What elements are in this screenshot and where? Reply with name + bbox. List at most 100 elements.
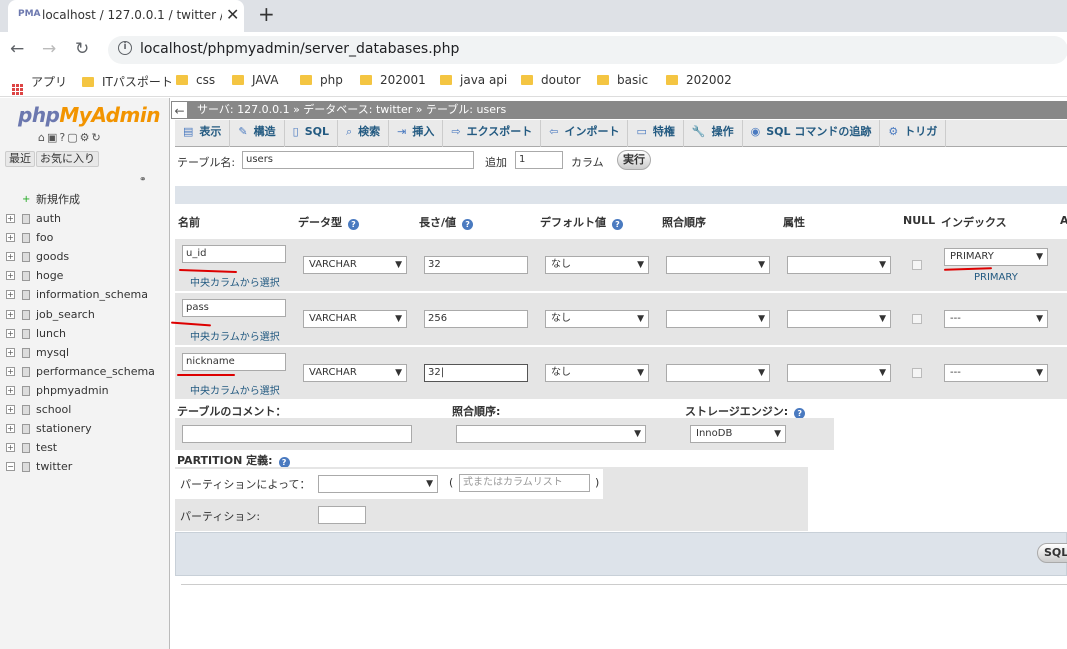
tab-tracking[interactable]: ◉ SQL コマンドの追跡 (743, 120, 881, 147)
help-icon[interactable]: ? (612, 219, 623, 230)
tab-insert[interactable]: ⇥ 挿入 (389, 120, 444, 147)
back-icon[interactable]: ← (10, 39, 24, 59)
bookmark-item[interactable]: 202001 (360, 73, 426, 87)
type-select[interactable]: VARCHAR (303, 364, 407, 382)
new-database-item[interactable]: + 新規作成 (4, 190, 170, 209)
length-input[interactable]: 32 (424, 256, 528, 274)
table-name-input[interactable]: users (242, 151, 474, 169)
expand-icon[interactable]: + (6, 290, 15, 300)
tab-export[interactable]: ⇨ エクスポート (443, 120, 542, 147)
attributes-select[interactable] (787, 364, 891, 382)
db-item[interactable]: + performance_schema (4, 362, 170, 381)
sql-preview-button[interactable]: SQL (1037, 543, 1067, 563)
attributes-select[interactable] (787, 256, 891, 274)
table-comment-input[interactable] (182, 425, 412, 443)
index-select[interactable]: PRIMARY (944, 248, 1048, 266)
type-select[interactable]: VARCHAR (303, 310, 407, 328)
collapse-icon[interactable]: − (6, 462, 15, 472)
forward-icon[interactable]: → (42, 39, 56, 59)
expand-icon[interactable]: + (6, 366, 15, 376)
reload-nav-icon[interactable]: ↻ (92, 131, 103, 144)
new-tab-icon[interactable]: + (258, 2, 275, 26)
db-item[interactable]: + lunch (4, 324, 170, 343)
home-icon[interactable]: ⌂ (38, 131, 47, 144)
expand-icon[interactable]: + (6, 328, 15, 338)
expand-icon[interactable]: + (6, 214, 15, 224)
db-item[interactable]: + hoge (4, 266, 170, 285)
expand-icon[interactable]: + (6, 405, 15, 415)
help-icon[interactable]: ? (348, 219, 359, 230)
tab-search[interactable]: ⌕ 検索 (338, 120, 390, 147)
storage-engine-select[interactable]: InnoDB (690, 425, 786, 443)
close-tab-icon[interactable]: ✕ (226, 5, 239, 24)
expand-icon[interactable]: + (6, 347, 15, 357)
tab-structure[interactable]: ✎ 構造 (230, 120, 285, 147)
tab-operations[interactable]: 🔧 操作 (684, 120, 743, 147)
pick-central-column-link[interactable]: 中央カラムから選択 (190, 328, 280, 343)
db-item[interactable]: + school (4, 400, 170, 419)
db-item[interactable]: + stationery (4, 419, 170, 438)
default-select[interactable]: なし (545, 256, 649, 274)
db-item[interactable]: + goods (4, 247, 170, 266)
tab-browse[interactable]: ▤ 表示 (175, 120, 231, 147)
pick-central-column-link[interactable]: 中央カラムから選択 (190, 274, 280, 289)
attributes-select[interactable] (787, 310, 891, 328)
column-name-input[interactable]: u_id (182, 245, 286, 263)
default-select[interactable]: なし (545, 364, 649, 382)
db-item[interactable]: + phpmyadmin (4, 381, 170, 400)
collation-select[interactable] (666, 364, 770, 382)
index-select[interactable]: --- (944, 364, 1048, 382)
docs-icon[interactable]: ▢ (67, 131, 79, 144)
column-name-input[interactable]: pass (182, 299, 286, 317)
collation-select[interactable] (666, 310, 770, 328)
breadcrumb-text[interactable]: サーバ: 127.0.0.1 » データベース: twitter » テーブル:… (197, 101, 506, 119)
url-field[interactable]: i localhost/phpmyadmin/server_databases.… (108, 36, 1067, 64)
add-columns-input[interactable]: 1 (515, 151, 563, 169)
bookmark-item[interactable]: doutor (521, 73, 581, 87)
db-item[interactable]: + foo (4, 228, 170, 247)
bookmark-item[interactable]: php (300, 73, 343, 87)
length-input[interactable]: 32| (424, 364, 528, 382)
link-icon[interactable]: ⚭ (139, 175, 147, 185)
bookmark-item[interactable]: css (176, 73, 215, 87)
tab-sql[interactable]: ▯ SQL (285, 120, 338, 147)
null-checkbox[interactable] (912, 260, 922, 270)
expand-icon[interactable]: + (6, 424, 15, 434)
db-item-active[interactable]: − twitter (4, 457, 170, 476)
expand-icon[interactable]: + (6, 252, 15, 262)
db-item[interactable]: + test (4, 438, 170, 457)
column-name-input[interactable]: nickname (182, 353, 286, 371)
tab-import[interactable]: ⇦ インポート (541, 120, 629, 147)
tab-privileges[interactable]: ▭ 特権 (628, 120, 684, 147)
browser-tab[interactable]: PMA localhost / 127.0.0.1 / twitter / us… (8, 0, 244, 32)
tab-triggers[interactable]: ⚙ トリガ (880, 120, 947, 147)
table-collation-select[interactable] (456, 425, 646, 443)
partitions-count-input[interactable] (318, 506, 366, 524)
expand-icon[interactable]: + (6, 233, 15, 243)
db-item[interactable]: + information_schema (4, 285, 170, 304)
db-item[interactable]: + auth (4, 209, 170, 228)
expand-icon[interactable]: + (6, 443, 15, 453)
type-select[interactable]: VARCHAR (303, 256, 407, 274)
bookmark-apps[interactable]: アプリ (12, 73, 67, 95)
bookmark-item[interactable]: ITパスポート (82, 73, 173, 90)
bookmark-item[interactable]: basic (597, 73, 648, 87)
collapse-nav-icon[interactable]: ← (171, 101, 188, 119)
bookmark-item[interactable]: java api (440, 73, 507, 87)
expand-icon[interactable]: + (6, 271, 15, 281)
db-item[interactable]: + job_search (4, 305, 170, 324)
partition-by-select[interactable] (318, 475, 438, 493)
index-select[interactable]: --- (944, 310, 1048, 328)
pick-central-column-link[interactable]: 中央カラムから選択 (190, 382, 280, 397)
bookmark-item[interactable]: JAVA (232, 73, 278, 87)
db-item[interactable]: + mysql (4, 343, 170, 362)
default-select[interactable]: なし (545, 310, 649, 328)
go-button[interactable]: 実行 (617, 150, 651, 170)
collation-select[interactable] (666, 256, 770, 274)
recent-button[interactable]: 最近 (5, 151, 35, 167)
logout-icon[interactable]: ▣ (47, 131, 59, 144)
phpmyadmin-logo[interactable]: phpMyAdmin (18, 103, 160, 127)
reload-icon[interactable]: ↻ (75, 39, 89, 59)
site-info-icon[interactable]: i (118, 41, 132, 55)
help-icon[interactable]: ? (462, 219, 474, 230)
